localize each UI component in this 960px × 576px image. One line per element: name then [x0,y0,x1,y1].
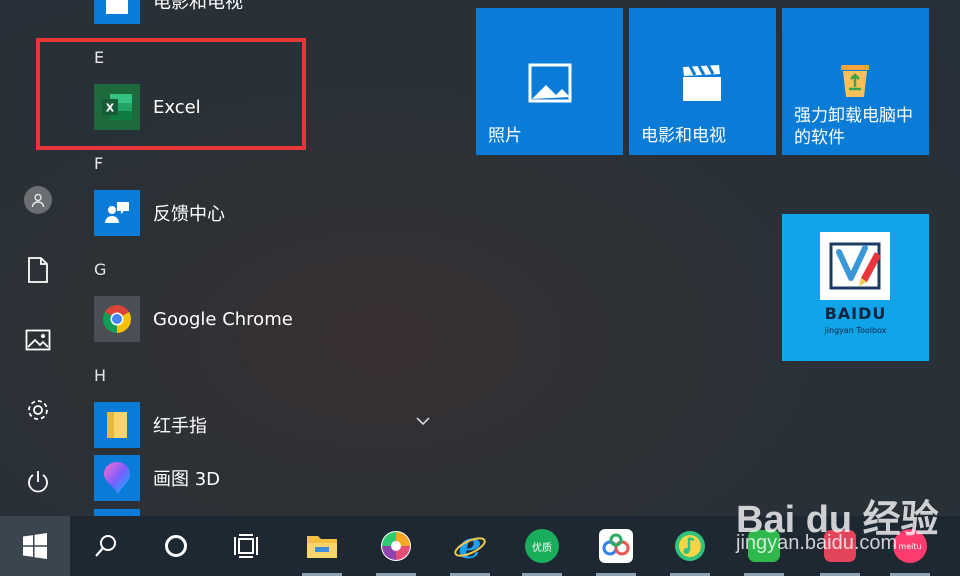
settings-gear-icon [28,400,48,420]
taskbar-file-explorer[interactable] [294,516,350,576]
tile-label: 电影和电视 [641,126,726,146]
app-label: Google Chrome [153,308,293,330]
taskbar-search-button[interactable] [78,516,134,576]
document-icon [28,257,48,283]
pictures-button[interactable] [18,320,58,360]
user-icon [24,186,52,214]
app-label: 电影和电视 [153,0,243,13]
tile-baidu-title: BAIDU [824,304,887,323]
list-item-movies-tv[interactable]: 电影和电视 [94,0,444,24]
task-view-icon [234,534,258,558]
photos-icon [527,60,573,106]
chrome-icon [94,296,140,342]
tile-label-line-2: 的软件 [794,128,845,148]
list-item-partial-next [94,509,140,516]
movies-tv-icon [679,60,725,106]
settings-button[interactable] [18,390,58,430]
windows-start-icon [23,533,47,559]
taskbar-baidu-netdisk[interactable] [588,516,644,576]
taskbar-task-view-button[interactable] [218,516,274,576]
tile-label: 强力卸载电脑中 的软件 [794,105,913,149]
tile-baidu-subtitle: jingyan Toolbox [824,326,887,335]
folder-icon [94,402,140,448]
list-item-google-chrome[interactable]: Google Chrome [94,296,444,342]
internet-explorer-icon: e [454,529,486,563]
tile-label-line-1: 强力卸载电脑中 [794,106,913,126]
list-item-feedback-hub[interactable]: 反馈中心 [94,190,444,236]
baidu-jingyan-toolbox-icon [820,232,890,300]
taskbar-qq-music[interactable] [662,516,718,576]
paint3d-icon [94,455,140,501]
baidu-netdisk-icon [599,529,633,563]
tile-movies-tv[interactable]: 电影和电视 [629,8,776,155]
baidu-jingyan-watermark: Bai du 经验 jingyan.baidu.com [736,488,951,558]
tile-photos[interactable]: 照片 [476,8,623,155]
app-label: 红手指 [153,416,207,437]
group-header-g[interactable]: G [94,260,106,279]
taskbar-youzhi-app[interactable]: 优质 [514,516,570,576]
movies-tv-icon [94,0,140,24]
user-account-button[interactable] [18,180,58,220]
chevron-down-icon[interactable] [416,416,430,426]
search-icon [95,535,116,557]
tile-baidu-toolbox[interactable]: BAIDU jingyan Toolbox [782,214,929,361]
svg-text:e: e [459,529,482,563]
app-label: 画图 3D [153,469,221,490]
start-button[interactable] [0,516,70,576]
group-header-h[interactable]: H [94,366,106,385]
file-explorer-icon [307,536,337,558]
taskbar-cortana-button[interactable] [148,516,204,576]
power-button[interactable] [18,462,58,502]
list-item-hongshouzhi-folder[interactable]: 红手指 [94,402,444,448]
group-header-f[interactable]: F [94,154,103,173]
tile-label: 照片 [488,126,522,146]
taskbar-pinwheel-app[interactable] [368,516,424,576]
taskbar-internet-explorer[interactable]: e [442,516,498,576]
pinwheel-app-icon [381,531,411,561]
documents-button[interactable] [18,250,58,290]
app-label: 反馈中心 [153,204,225,225]
power-icon [28,471,48,493]
list-item-paint3d[interactable]: 画图 3D [94,455,444,501]
tile-uninstaller[interactable]: 强力卸载电脑中 的软件 [782,8,929,155]
feedback-hub-icon [94,190,140,236]
excel-highlight-box [36,38,306,150]
watermark-url: jingyan.baidu.com [736,532,898,554]
youzhi-app-icon: 优质 [525,529,559,563]
qq-music-icon [675,531,705,561]
cortana-icon [165,535,187,557]
pictures-icon [25,329,51,351]
recycle-bin-icon [834,58,876,100]
